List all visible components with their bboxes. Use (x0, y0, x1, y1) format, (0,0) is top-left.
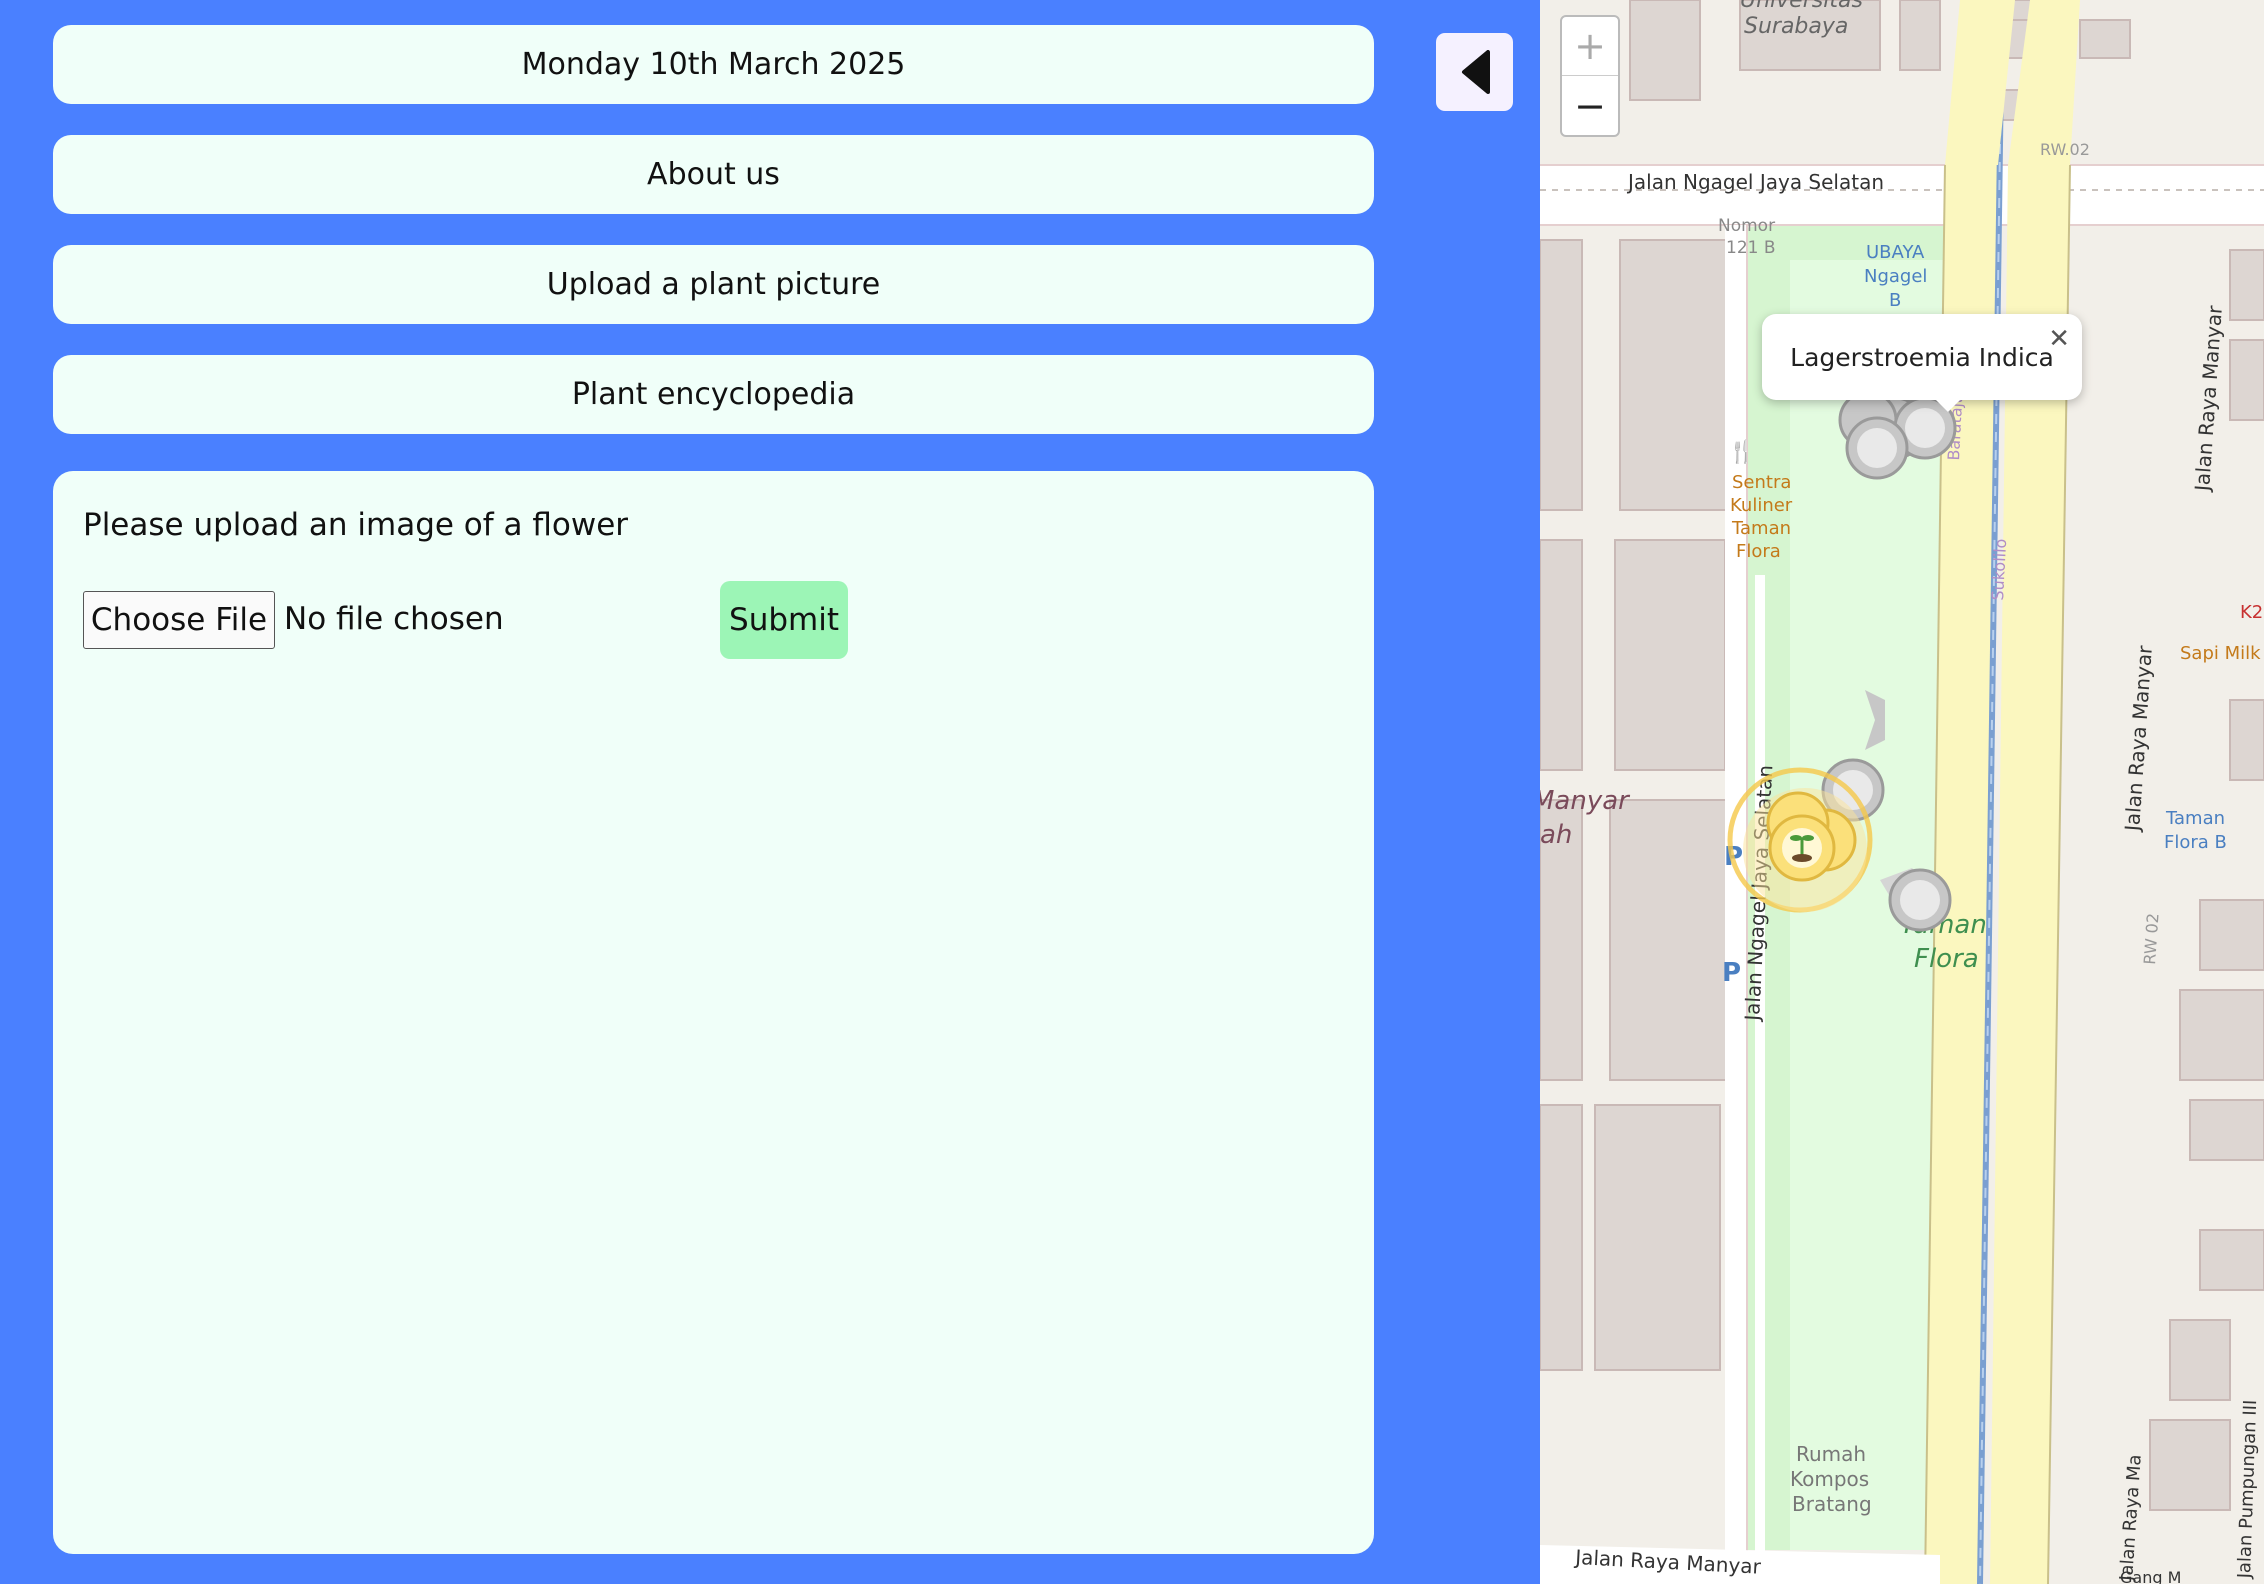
bus-stop-label: UBAYA (1866, 242, 1925, 263)
submit-button[interactable]: Submit (720, 581, 848, 659)
popup-tip (1934, 398, 1962, 412)
map-view[interactable]: Universitas Surabaya Jalan Ngagel Jaya S… (1540, 0, 2264, 1584)
collapse-sidebar-button[interactable] (1436, 33, 1513, 111)
map-label: 121 B (1726, 238, 1776, 258)
date-button[interactable]: Monday 10th March 2025 (53, 25, 1374, 104)
file-status-text: No file chosen (284, 601, 504, 637)
zoom-control: + − (1560, 15, 1620, 137)
about-us-button[interactable]: About us (53, 135, 1374, 214)
road-label: Gang M (2120, 1568, 2182, 1584)
map-label: Nomor (1718, 216, 1776, 236)
park-label: Flora (1914, 944, 1979, 974)
bus-stop-label: Taman (2166, 808, 2226, 829)
road-label: Jalan Ngagel Jaya Selatan (1628, 170, 1885, 194)
parking-icon: P (1722, 958, 1742, 988)
map-label: ah (1540, 820, 1573, 850)
map-popup: Lagerstroemia Indica ✕ (1762, 314, 2082, 400)
plant-encyclopedia-button[interactable]: Plant encyclopedia (53, 355, 1374, 434)
plant-marker-icon[interactable] (1888, 868, 1952, 932)
map-label: RW 02 (2140, 912, 2163, 966)
map-label: Sukolilo (1988, 538, 2011, 601)
bus-stop-label: Ngagel (1864, 266, 1928, 287)
map-label: Universitas (1740, 0, 1863, 13)
close-icon[interactable]: ✕ (2048, 324, 2070, 354)
zoom-in-button[interactable]: + (1562, 17, 1618, 76)
choose-file-button[interactable]: Choose File (83, 591, 275, 649)
poi-label: K2 (2240, 602, 2264, 623)
upload-prompt: Please upload an image of a flower (83, 507, 629, 543)
poi-label: Kompos (1790, 1467, 1870, 1491)
upload-panel: Please upload an image of a flower Choos… (53, 471, 1374, 1554)
map-label: Manyar (1540, 786, 1629, 816)
poi-label: Sapi Milk (2180, 643, 2261, 664)
map-label: Surabaya (1744, 14, 1849, 39)
poi-label: Bratang (1792, 1492, 1872, 1516)
popup-plant-name: Lagerstroemia Indica (1790, 342, 2054, 372)
map-label: RW.02 (2040, 140, 2090, 159)
triangle-left-icon (1461, 50, 1490, 94)
plant-markers (1727, 390, 1957, 932)
bus-stop-label: B (1889, 290, 1902, 311)
zoom-out-button[interactable]: − (1562, 76, 1618, 135)
upload-plant-button[interactable]: Upload a plant picture (53, 245, 1374, 324)
plant-cluster-icon[interactable] (1727, 767, 1873, 913)
poi-label: Rumah (1796, 1442, 1867, 1466)
bus-stop-label: Flora B (2164, 832, 2227, 853)
